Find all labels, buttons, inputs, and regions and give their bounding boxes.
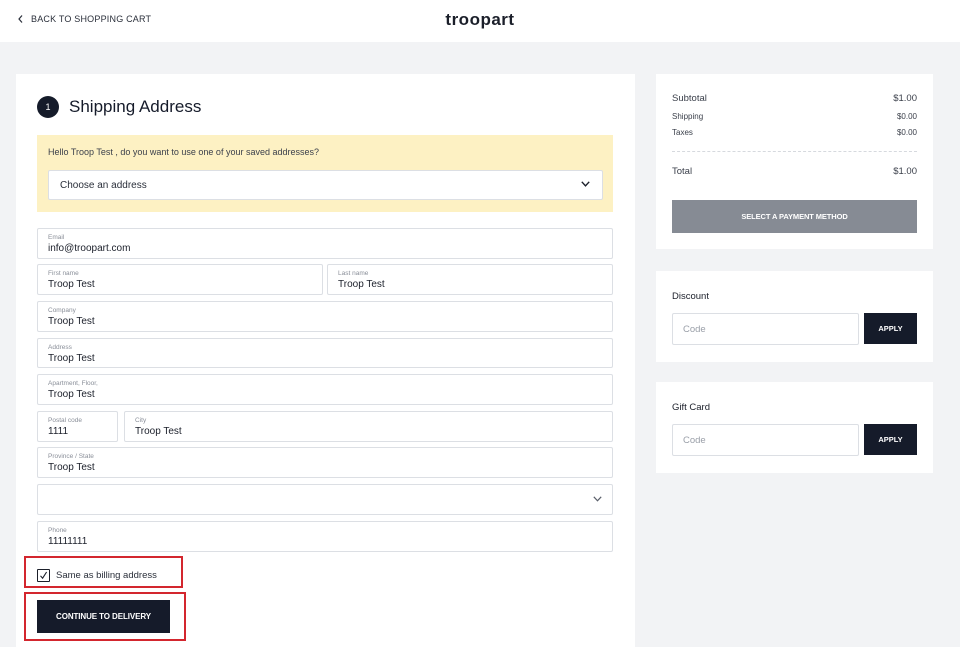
last-name-label: Last name (338, 270, 369, 277)
chevron-down-icon (581, 181, 590, 187)
discount-card: Discount Code APPLY (656, 271, 933, 362)
discount-apply-button[interactable]: APPLY (864, 313, 917, 344)
country-select[interactable] (37, 484, 613, 515)
gift-card-code-input[interactable]: Code (672, 424, 859, 456)
shipping-row: Shipping $0.00 (672, 112, 917, 121)
address-label: Address (48, 344, 72, 351)
gift-card-apply-button[interactable]: APPLY (864, 424, 917, 455)
discount-code-input[interactable]: Code (672, 313, 859, 345)
taxes-value: $0.00 (896, 128, 917, 137)
same-as-billing-checkbox[interactable] (37, 569, 50, 582)
gift-card-code-placeholder: Code (683, 434, 706, 446)
same-as-billing-label: Same as billing address (56, 570, 157, 581)
discount-code-placeholder: Code (683, 323, 706, 335)
saved-addresses-prompt: Hello Troop Test , do you want to use on… (48, 147, 319, 157)
email-field-label: Email (48, 234, 65, 241)
step-number-badge: 1 (37, 96, 59, 118)
saved-address-select-value: Choose an address (60, 179, 147, 191)
apartment-label: Apartment, Floor, (48, 380, 98, 387)
company-label: Company (48, 307, 76, 314)
top-bar: BACK TO SHOPPING CART troopart (0, 0, 960, 42)
shipping-address-card: 1 Shipping Address Hello Troop Test , do… (16, 74, 635, 647)
subtotal-row: Subtotal $1.00 (672, 93, 917, 104)
address-value: Troop Test (48, 353, 95, 364)
saved-addresses-box: Hello Troop Test , do you want to use on… (37, 135, 613, 212)
same-as-billing-option[interactable]: Same as billing address (37, 569, 157, 582)
total-row: Total $1.00 (672, 166, 917, 177)
subtotal-value: $1.00 (893, 93, 917, 104)
saved-address-select[interactable]: Choose an address (48, 170, 603, 200)
gift-card-title: Gift Card (672, 402, 711, 413)
last-name-value: Troop Test (338, 279, 385, 290)
email-field[interactable]: Email info@troopart.com (37, 228, 613, 259)
first-name-value: Troop Test (48, 279, 95, 290)
company-value: Troop Test (48, 316, 95, 327)
summary-divider (672, 151, 917, 152)
apartment-value: Troop Test (48, 389, 95, 400)
company-field[interactable]: Company Troop Test (37, 301, 613, 332)
gift-card-card: Gift Card Code APPLY (656, 382, 933, 473)
select-payment-method-button[interactable]: SELECT A PAYMENT METHOD (672, 200, 917, 233)
shipping-cost-label: Shipping (672, 112, 704, 121)
order-summary-card: Subtotal $1.00 Shipping $0.00 Taxes $0.0… (656, 74, 933, 249)
last-name-field[interactable]: Last name Troop Test (327, 264, 613, 295)
province-label: Province / State (48, 453, 94, 460)
first-name-field[interactable]: First name Troop Test (37, 264, 323, 295)
postal-code-label: Postal code (48, 417, 82, 424)
taxes-row: Taxes $0.00 (672, 128, 917, 137)
postal-code-field[interactable]: Postal code 1111 (37, 411, 118, 442)
province-value: Troop Test (48, 462, 95, 473)
city-value: Troop Test (135, 426, 182, 437)
email-field-value: info@troopart.com (48, 243, 131, 254)
section-title: Shipping Address (69, 97, 202, 116)
brand-logo[interactable]: troopart (0, 10, 960, 30)
shipping-cost-value: $0.00 (896, 112, 917, 121)
chevron-down-icon (593, 496, 602, 502)
postal-code-value: 1111 (48, 426, 69, 437)
apartment-field[interactable]: Apartment, Floor, Troop Test (37, 374, 613, 405)
city-field[interactable]: City Troop Test (124, 411, 613, 442)
phone-value: 11111111 (48, 536, 88, 547)
address-field[interactable]: Address Troop Test (37, 338, 613, 368)
discount-title: Discount (672, 291, 709, 302)
first-name-label: First name (48, 270, 79, 277)
subtotal-label: Subtotal (672, 93, 707, 104)
city-label: City (135, 417, 147, 424)
total-value: $1.00 (893, 166, 917, 177)
province-field[interactable]: Province / State Troop Test (37, 447, 613, 478)
phone-field[interactable]: Phone 11111111 (37, 521, 613, 552)
total-label: Total (672, 166, 693, 177)
phone-label: Phone (48, 527, 67, 534)
checkmark-icon (40, 571, 48, 580)
taxes-label: Taxes (672, 128, 693, 137)
continue-to-delivery-button[interactable]: CONTINUE TO DELIVERY (37, 600, 170, 633)
